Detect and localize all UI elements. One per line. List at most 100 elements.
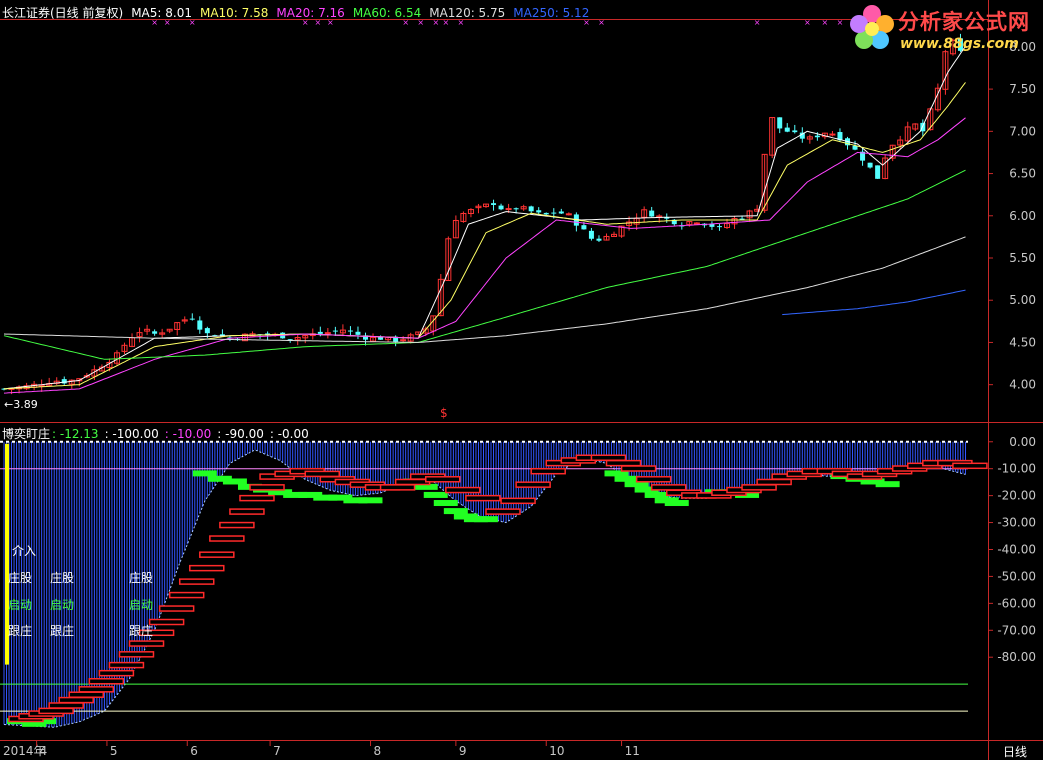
signal-cross-mark: ×	[822, 18, 829, 27]
indicator-value-4: : -90.00	[217, 427, 264, 441]
green-block	[222, 478, 247, 485]
candle-body-down	[792, 130, 798, 133]
signal-cross-mark: ×	[804, 18, 811, 27]
price-ytick-label: 7.00	[1009, 124, 1036, 138]
green-block	[473, 516, 498, 523]
red-ladder-block	[68, 691, 105, 698]
label-zhuanggu-3: 庄股	[129, 571, 154, 585]
candle-body-down	[543, 212, 549, 215]
label-zhuanggu-1: 庄股	[8, 571, 33, 585]
price-ytick-label: 4.00	[1009, 378, 1036, 392]
price-ytick-label: 6.00	[1009, 209, 1036, 223]
red-ladder-block	[158, 605, 195, 612]
red-ladder-block	[515, 481, 551, 488]
candle-body-down	[61, 379, 67, 384]
xtick-label: 9	[459, 744, 467, 758]
label-genzhuang-3: 跟庄	[129, 624, 154, 638]
period-label[interactable]: 日线	[1003, 743, 1027, 760]
red-ladder-block	[425, 476, 461, 483]
red-ladder-block	[168, 591, 205, 599]
ma-legend-ma10: MA10: 7.58	[199, 6, 269, 20]
label-qidong-1: 启动	[8, 598, 33, 612]
candle-body-down	[152, 331, 158, 334]
ind-ytick-label: -10.00	[997, 462, 1036, 476]
candle-body-down	[814, 135, 820, 138]
green-block	[614, 475, 639, 482]
red-ladder-block	[108, 661, 145, 669]
ind-ytick-label: -50.00	[997, 569, 1036, 583]
signal-cross-mark: ×	[837, 18, 844, 27]
red-ladder-block	[78, 686, 115, 693]
ind-ytick-label: -70.00	[997, 623, 1036, 637]
candle-body-up	[400, 339, 407, 342]
xtick-label: 7	[273, 744, 281, 758]
candle-body-down	[204, 328, 210, 334]
candle-body-down	[355, 331, 361, 335]
signal-marker: $	[440, 406, 448, 420]
price-ytick-label: 5.00	[1009, 293, 1036, 307]
red-ladder-block	[148, 618, 185, 626]
green-block	[423, 491, 448, 498]
candle-body-down	[189, 318, 195, 320]
flower-logo-icon	[850, 5, 894, 49]
candle-body-up	[565, 213, 572, 216]
label-qidong-2: 启动	[50, 598, 75, 612]
red-ladder-block	[239, 494, 275, 502]
red-ladder-block	[38, 707, 74, 715]
ind-ytick-label: -30.00	[997, 516, 1036, 530]
ind-ytick-label: -40.00	[997, 542, 1036, 556]
label-jieru: 介入	[12, 544, 37, 558]
ma-legend-ma60: MA60: 6.54	[352, 6, 422, 20]
red-ladder-block	[756, 478, 792, 486]
candle-body-up	[324, 332, 331, 335]
red-ladder-block	[379, 484, 416, 491]
green-block	[433, 500, 458, 507]
red-ladder-block	[394, 478, 431, 486]
candle-body-down	[867, 162, 873, 168]
ma-line-ma10	[3, 82, 966, 390]
red-ladder-block	[650, 484, 687, 491]
candle-body-down	[197, 320, 203, 330]
candle-body-down	[777, 117, 783, 129]
candle-body-down	[513, 208, 519, 210]
xtick-label: 6	[190, 744, 198, 758]
red-ladder-block	[620, 465, 657, 472]
green-block	[358, 497, 383, 504]
label-qidong-3: 启动	[129, 598, 154, 612]
green-block	[664, 500, 689, 507]
ind-ytick-label: -60.00	[997, 596, 1036, 610]
indicator-header: 博奕盯庄: -12.13: -100.00: -10.00: -90.00: -…	[2, 425, 323, 442]
red-ladder-block	[98, 669, 135, 677]
red-ladder-block	[500, 497, 536, 505]
price-ytick-label: 6.50	[1009, 167, 1036, 181]
ind-ytick-label: 0.00	[1009, 435, 1036, 449]
site-logo: 分析家公式网 www.88gs.com	[846, 2, 1041, 56]
candle-body-down	[784, 127, 790, 132]
red-ladder-block	[189, 564, 225, 572]
ma-legend: MA5: 8.01 MA10: 7.58 MA20: 7.16 MA60: 6.54 M…	[131, 6, 597, 20]
red-ladder-block	[209, 535, 245, 542]
candle-body-down	[332, 330, 338, 332]
red-ladder-block	[741, 484, 777, 491]
low-price-marker: ←3.89	[4, 398, 38, 411]
price-ytick-label: 7.50	[1009, 82, 1036, 96]
price-header: 长江证券(日线 前复权) MA5: 8.01 MA10: 7.58 MA20: 7.1…	[2, 4, 605, 21]
indicator-value-5: : -0.00	[269, 427, 309, 441]
stock-name: 长江证券(日线 前复权)	[2, 6, 124, 20]
candle-body-up	[693, 222, 700, 225]
candle-body-up	[829, 133, 836, 136]
price-chart: × × × × × × × × × × × × × × × × ×	[1, 18, 966, 395]
candle-body-down	[875, 165, 881, 179]
candle-body-down	[498, 205, 504, 210]
candle-body-down	[716, 226, 722, 228]
green-block	[644, 491, 669, 498]
xtick-label: 10	[549, 744, 564, 758]
candle-body-down	[596, 238, 602, 241]
red-ladder-block	[465, 494, 501, 502]
candle-body-down	[536, 210, 542, 213]
red-ladder-block	[58, 696, 94, 704]
candle-body-down	[649, 210, 655, 217]
candle-body-down	[378, 337, 384, 340]
red-ladder-block	[445, 486, 481, 494]
label-genzhuang-1: 跟庄	[8, 624, 33, 638]
